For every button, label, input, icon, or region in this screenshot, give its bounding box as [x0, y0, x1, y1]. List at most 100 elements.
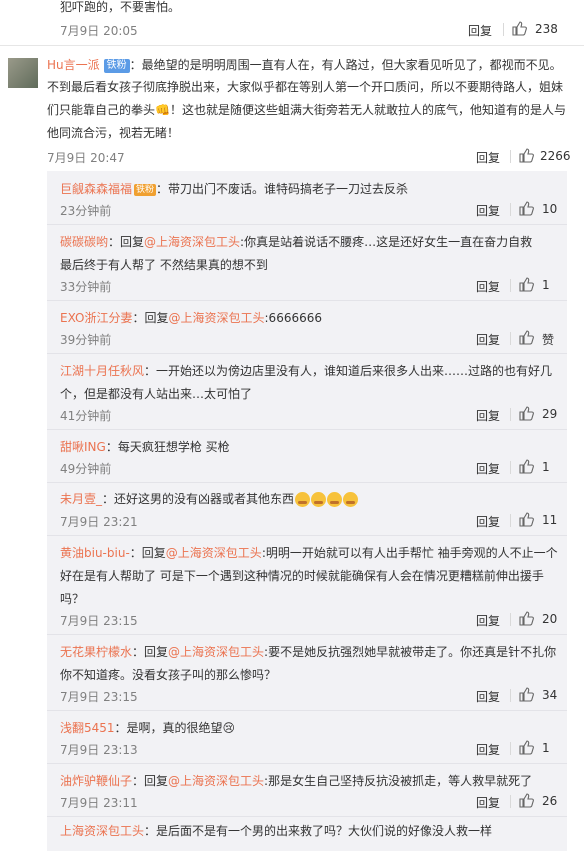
reply-button[interactable]: 回复 — [476, 460, 500, 477]
comment-text: 吗？ — [60, 592, 85, 606]
reply-button[interactable]: 回复 — [476, 407, 500, 424]
divider — [47, 300, 567, 301]
like-count: 11 — [542, 513, 558, 527]
comment-text: :明明一开始就可以有人出手帮忙 袖手旁观的人不止一个 — [261, 546, 558, 560]
like-button[interactable] — [519, 459, 534, 474]
comment-text: 最后终于有人帮了 不然结果真的想不到 — [60, 258, 268, 272]
comment-time: 7月9日 23:21 — [60, 515, 138, 529]
comment-time: 39分钟前 — [60, 333, 112, 347]
username[interactable]: 甜啾ING — [60, 440, 106, 454]
comment-text: :6666666 — [264, 311, 323, 325]
sub-comment-line: 巨觎森森福福 铁粉 ：带刀出门不废话。谁特码搞老子一刀过去反杀 — [60, 180, 408, 197]
like-count: 238 — [535, 22, 558, 36]
like-button[interactable] — [519, 793, 534, 808]
comment-text: ：一开始还以为傍边店里没有人，谁知道后来很多人出来……过路的也有好几 — [144, 364, 553, 378]
comment-time: 7月9日 23:11 — [60, 796, 138, 810]
mention-link[interactable]: @上海资深包工头 — [168, 774, 264, 788]
comment-text: 好在是有人帮助了 可是下一个遇到这种情况的时候就能确保有人会在情况更糟糕前伸出援… — [60, 569, 544, 583]
fan-badge: 铁粉 — [134, 183, 157, 196]
like-button[interactable] — [519, 611, 534, 626]
mention-link[interactable]: @上海资深包工头 — [168, 645, 264, 659]
mention-link[interactable]: @上海资深包工头 — [169, 311, 265, 325]
like-count: 2266 — [540, 149, 571, 163]
username[interactable]: 巨觎森森福福 — [60, 182, 132, 196]
comment-text: ：带刀出门不废话。谁特码搞老子一刀过去反杀 — [156, 182, 409, 196]
sub-comment-line: 浅翻5451：是啊，真的很绝望😢 — [60, 719, 235, 736]
sub-comment-line: 碳碳碳哟：回复@上海资深包工头:你真是站着说话不腰疼…这是还好女生一直在奋力自救 — [60, 233, 532, 250]
reply-button[interactable]: 回复 — [476, 331, 500, 348]
username[interactable]: 无花果柠檬水 — [60, 645, 132, 659]
username[interactable]: 未月壹_ — [60, 492, 102, 506]
reply-prefix: ：回复 — [129, 546, 166, 560]
comment-text: :要不是她反抗强烈她早就被带走了。你还真是针不扎你 — [264, 645, 557, 659]
divider — [510, 279, 511, 292]
comment-text: 他同流合污，视若无睹！ — [47, 126, 180, 140]
thumbs-up-icon — [519, 611, 534, 626]
reply-button[interactable]: 回复 — [476, 513, 500, 530]
comment-text: ：是后面不是有一个男的出来救了吗？大伙们说的好像没人救一样 — [144, 824, 493, 838]
like-button[interactable] — [512, 21, 527, 36]
reply-button[interactable]: 回复 — [476, 202, 500, 219]
username[interactable]: 油炸驴鞭仙子 — [60, 774, 132, 788]
like-count: 1 — [542, 741, 550, 755]
like-button[interactable] — [519, 201, 534, 216]
username[interactable]: 黄油biu-biu- — [60, 546, 130, 560]
username[interactable]: 上海资深包工头 — [60, 824, 144, 838]
thumbs-up-icon — [519, 148, 534, 163]
thumbs-up-icon — [519, 687, 534, 702]
like-button[interactable] — [519, 406, 534, 421]
sub-comment-line: 江湖十月任秋风：一开始还以为傍边店里没有人，谁知道后来很多人出来……过路的也有好… — [60, 362, 552, 379]
username[interactable]: Hu言一派 — [47, 58, 100, 72]
divider — [503, 23, 504, 36]
crying-emoji-icon — [327, 492, 343, 507]
like-count: 1 — [542, 278, 550, 292]
divider — [510, 795, 511, 808]
divider — [47, 482, 567, 483]
comment-text: 不到最后看女孩子彻底挣脱出来，大家似乎都在等别人第一个开口质问，所以不要期待路人… — [47, 80, 564, 94]
comment-time: 49分钟前 — [60, 462, 112, 476]
username[interactable]: EXO浙江分妻 — [60, 311, 132, 325]
crying-emoji-icon — [343, 492, 359, 507]
thumbs-up-icon — [519, 740, 534, 755]
thumbs-up-icon — [519, 459, 534, 474]
reply-button[interactable]: 回复 — [476, 794, 500, 811]
divider — [510, 332, 511, 345]
mention-link[interactable]: @上海资深包工头 — [166, 546, 262, 560]
thumbs-up-icon — [519, 201, 534, 216]
like-button[interactable] — [519, 740, 534, 755]
comment-text: 们只能靠自己的拳头👊！这也就是随便这些蛆满大街旁若无人就敢拉人的底气，他知道有的… — [47, 103, 566, 117]
like-count: 20 — [542, 612, 558, 626]
like-button[interactable] — [519, 687, 534, 702]
username[interactable]: 浅翻5451 — [60, 721, 115, 735]
username[interactable]: 江湖十月任秋风 — [60, 364, 144, 378]
username[interactable]: 碳碳碳哟 — [60, 235, 108, 249]
like-count: 26 — [542, 794, 558, 808]
comment-text: :那是女生自己坚持反抗没被抓走，等人救早就死了 — [264, 774, 533, 788]
like-button[interactable] — [519, 148, 534, 163]
divider — [47, 763, 567, 764]
mention-link[interactable]: @上海资深包工头 — [144, 235, 240, 249]
divider — [510, 461, 511, 474]
divider — [47, 353, 567, 354]
like-button[interactable] — [519, 512, 534, 527]
divider — [510, 408, 511, 421]
comment-text: 个，但是都没有人站出来…太可怕了 — [60, 387, 253, 401]
reply-button[interactable]: 回复 — [476, 688, 500, 705]
divider — [47, 816, 567, 817]
top-comment-text: 犯吓跑的，不要害怕。 — [60, 0, 181, 14]
thumbs-up-icon — [519, 512, 534, 527]
like-button[interactable] — [519, 330, 534, 345]
comment-time: 23分钟前 — [60, 204, 112, 218]
comment-text: 你不知道疼。没看女孩子叫的那么惨吗？ — [60, 668, 277, 682]
reply-button[interactable]: 回复 — [468, 22, 492, 39]
reply-button[interactable]: 回复 — [476, 149, 500, 166]
reply-button[interactable]: 回复 — [476, 612, 500, 629]
thumbs-up-icon — [519, 277, 534, 292]
reply-button[interactable]: 回复 — [476, 278, 500, 295]
avatar[interactable] — [8, 58, 38, 88]
reply-button[interactable]: 回复 — [476, 741, 500, 758]
like-button[interactable] — [519, 277, 534, 292]
fan-badge: 铁粉 — [103, 58, 130, 73]
crying-emoji-icon — [311, 492, 327, 507]
comment-time: 41分钟前 — [60, 409, 112, 423]
